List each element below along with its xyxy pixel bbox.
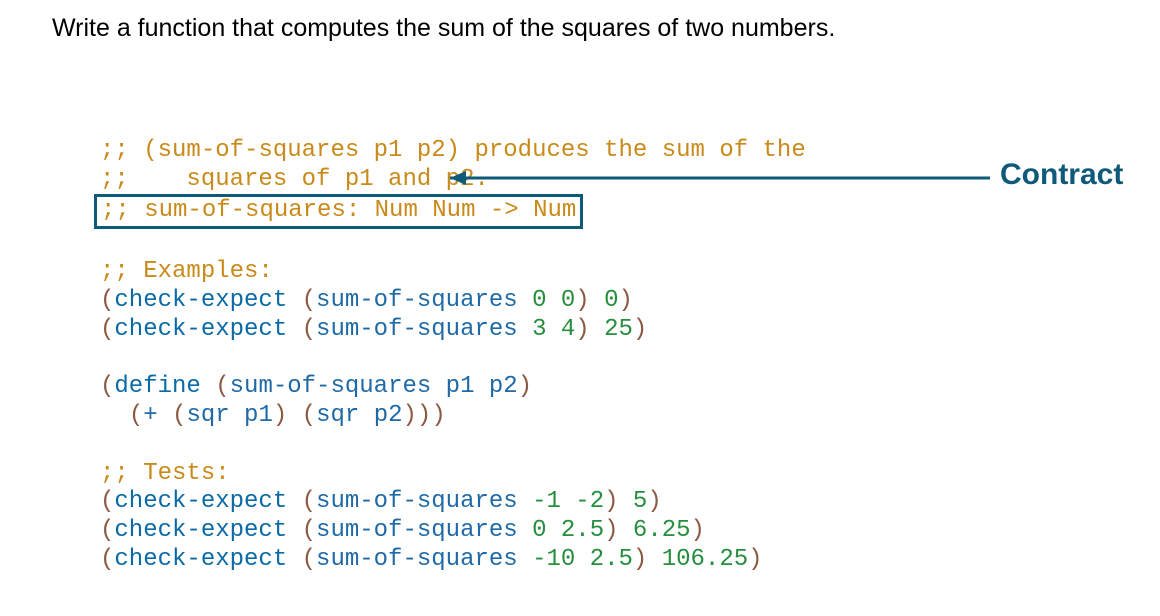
space — [158, 402, 172, 429]
test-3: (check-expect (sum-of-squares -10 2.5) 1… — [100, 546, 763, 573]
indent — [100, 402, 129, 429]
paren-open: ( — [100, 546, 114, 573]
args: -1 -2 — [518, 488, 604, 515]
purpose-comment-line2: ;; squares of p1 and p2. — [100, 166, 489, 193]
check-expect-kw: check-expect — [114, 488, 287, 515]
space — [287, 517, 301, 544]
paren-open: ( — [100, 517, 114, 544]
fn-signature: sum-of-squares p1 p2 — [230, 373, 518, 400]
paren-open: ( — [100, 287, 114, 314]
result: 6.25 — [619, 517, 691, 544]
result: 5 — [619, 488, 648, 515]
fn-call: sum-of-squares — [316, 316, 518, 343]
fn-call: sum-of-squares — [316, 488, 518, 515]
paren-open: ( — [302, 517, 316, 544]
check-expect-kw: check-expect — [114, 287, 287, 314]
paren-close: ) — [273, 402, 287, 429]
paren-close: ) — [431, 402, 445, 429]
paren-close: ) — [633, 546, 647, 573]
paren-close: ) — [604, 517, 618, 544]
paren-close: ) — [691, 517, 705, 544]
paren-close: ) — [619, 287, 633, 314]
paren-open: ( — [302, 316, 316, 343]
args: 3 4 — [518, 316, 576, 343]
comment-prefix: ;; — [101, 197, 144, 224]
paren-open: ( — [129, 402, 143, 429]
paren-close: ) — [518, 373, 532, 400]
result: 106.25 — [647, 546, 748, 573]
space — [287, 546, 301, 573]
fn-call: sum-of-squares — [316, 546, 518, 573]
paren-open: ( — [100, 488, 114, 515]
test-2: (check-expect (sum-of-squares 0 2.5) 6.2… — [100, 517, 705, 544]
result: 0 — [590, 287, 619, 314]
paren-open: ( — [302, 546, 316, 573]
space — [287, 402, 301, 429]
arrow-icon — [450, 168, 994, 192]
paren-close: ) — [417, 402, 431, 429]
define-line2: (+ (sqr p1) (sqr p2))) — [100, 402, 446, 429]
comment-prefix: ;; — [100, 137, 143, 164]
paren-close: ) — [633, 316, 647, 343]
paren-open: ( — [100, 373, 114, 400]
example-1: (check-expect (sum-of-squares 0 0) 0) — [100, 287, 633, 314]
paren-open: ( — [100, 316, 114, 343]
paren-open: ( — [172, 402, 186, 429]
check-expect-kw: check-expect — [114, 546, 287, 573]
examples-header: ;; Examples: — [100, 258, 273, 285]
args: 0 2.5 — [518, 517, 604, 544]
result: 25 — [590, 316, 633, 343]
args: -10 2.5 — [518, 546, 633, 573]
comment-text: (sum-of-squares p1 p2) produces the sum … — [143, 137, 806, 164]
fn-call: sum-of-squares — [316, 287, 518, 314]
space — [287, 316, 301, 343]
paren-close: ) — [575, 316, 589, 343]
check-expect-kw: check-expect — [114, 517, 287, 544]
define-kw: define — [114, 373, 200, 400]
define-line1: (define (sum-of-squares p1 p2) — [100, 373, 532, 400]
args: 0 0 — [518, 287, 576, 314]
paren-close: ) — [604, 488, 618, 515]
exercise-prompt: Write a function that computes the sum o… — [52, 14, 835, 43]
comment-text: squares of p1 and p2. — [186, 166, 488, 193]
contract-line: ;; sum-of-squares: Num Num -> Num — [94, 194, 583, 229]
paren-close: ) — [748, 546, 762, 573]
comment-prefix: ;; — [100, 166, 186, 193]
paren-open: ( — [302, 287, 316, 314]
sqr-call: sqr p2 — [316, 402, 402, 429]
paren-close: ) — [647, 488, 661, 515]
paren-open: ( — [302, 488, 316, 515]
check-expect-kw: check-expect — [114, 316, 287, 343]
example-2: (check-expect (sum-of-squares 3 4) 25) — [100, 316, 647, 343]
fn-call: sum-of-squares — [316, 517, 518, 544]
tests-header: ;; Tests: — [100, 460, 230, 487]
purpose-comment-line1: ;; (sum-of-squares p1 p2) produces the s… — [100, 137, 806, 164]
paren-close: ) — [403, 402, 417, 429]
space — [287, 287, 301, 314]
paren-open: ( — [215, 373, 229, 400]
space — [201, 373, 215, 400]
plus-op: + — [143, 402, 157, 429]
space — [287, 488, 301, 515]
paren-open: ( — [302, 402, 316, 429]
test-1: (check-expect (sum-of-squares -1 -2) 5) — [100, 488, 662, 515]
sqr-call: sqr p1 — [186, 402, 272, 429]
contract-text: sum-of-squares: Num Num -> Num — [144, 197, 576, 224]
annotation-contract: Contract — [1000, 158, 1123, 192]
paren-close: ) — [575, 287, 589, 314]
